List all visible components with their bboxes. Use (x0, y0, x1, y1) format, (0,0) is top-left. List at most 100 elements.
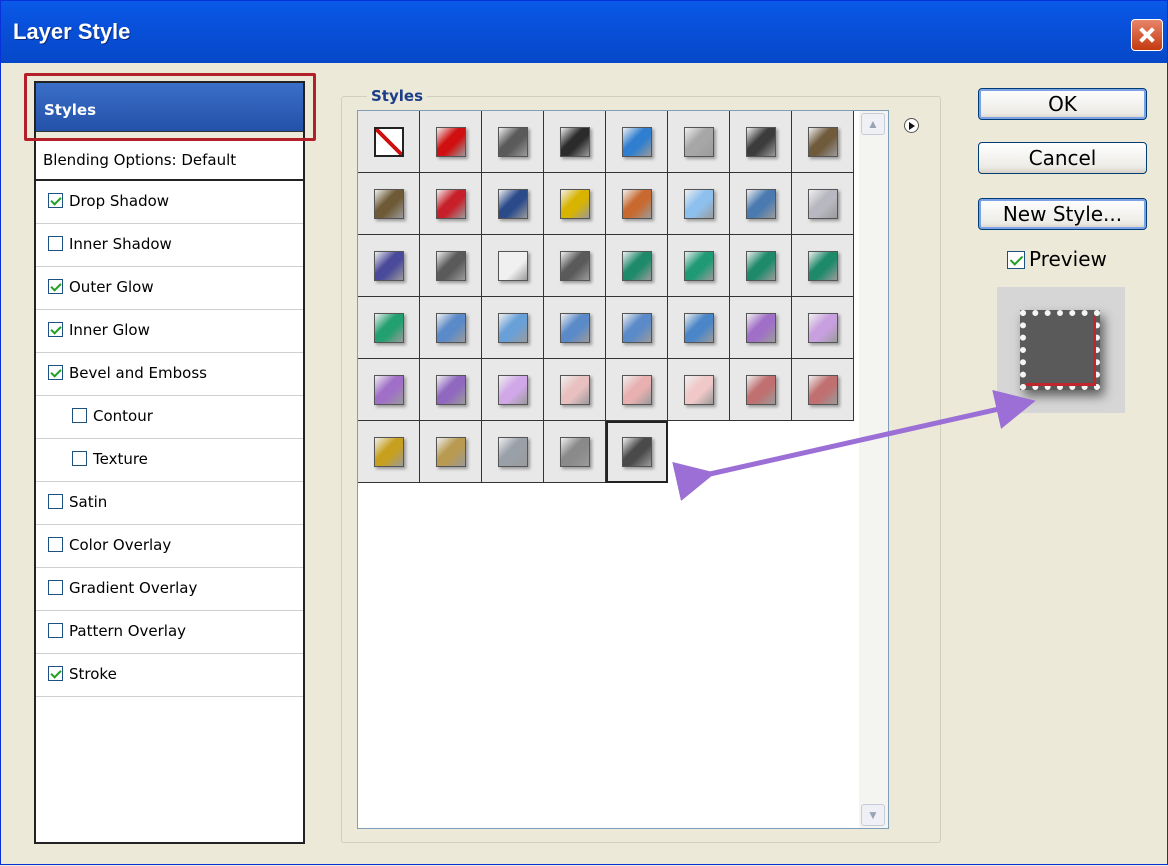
effect-item-color-overlay[interactable]: Color Overlay (36, 525, 303, 568)
effect-item-contour[interactable]: Contour (36, 396, 303, 439)
effect-checkbox[interactable] (48, 580, 63, 595)
style-swatch[interactable] (358, 235, 420, 297)
style-swatch[interactable] (420, 111, 482, 173)
effect-checkbox[interactable] (48, 623, 63, 638)
styles-group-label: Styles (367, 87, 427, 105)
style-swatch[interactable] (606, 111, 668, 173)
style-swatch[interactable] (668, 173, 730, 235)
styles-menu-arrow-icon[interactable] (904, 118, 919, 133)
cancel-button[interactable]: Cancel (978, 142, 1147, 174)
style-swatch[interactable] (544, 297, 606, 359)
preview-label: Preview (1029, 247, 1107, 271)
style-swatch-preview (374, 313, 404, 343)
style-swatch-preview (436, 189, 466, 219)
style-swatch[interactable] (606, 173, 668, 235)
style-swatch[interactable] (544, 421, 606, 483)
effect-checkbox[interactable] (48, 494, 63, 509)
style-swatch-preview (560, 251, 590, 281)
style-swatch[interactable] (730, 111, 792, 173)
style-swatch[interactable] (358, 111, 420, 173)
style-swatch[interactable] (730, 235, 792, 297)
style-swatch[interactable] (792, 359, 854, 421)
effect-item-texture[interactable]: Texture (36, 439, 303, 482)
effect-label: Drop Shadow (69, 192, 170, 210)
scroll-down-arrow-icon[interactable]: ▼ (861, 804, 885, 826)
style-swatch-preview (808, 375, 838, 405)
effect-checkbox[interactable] (72, 451, 87, 466)
style-swatch-preview (808, 189, 838, 219)
new-style-button[interactable]: New Style... (978, 198, 1147, 230)
style-swatch-preview (560, 437, 590, 467)
style-swatch[interactable] (544, 111, 606, 173)
style-swatch[interactable] (606, 297, 668, 359)
ok-button[interactable]: OK (978, 88, 1147, 120)
style-swatch[interactable] (544, 359, 606, 421)
style-swatch[interactable] (544, 235, 606, 297)
style-swatch-preview (808, 313, 838, 343)
style-swatch[interactable] (358, 297, 420, 359)
style-swatch[interactable] (358, 173, 420, 235)
style-swatch[interactable] (482, 297, 544, 359)
style-swatch-preview (436, 127, 466, 157)
style-swatch-preview (560, 375, 590, 405)
effect-checkbox[interactable] (48, 666, 63, 681)
style-swatch[interactable] (544, 173, 606, 235)
effect-checkbox[interactable] (48, 537, 63, 552)
effect-checkbox[interactable] (48, 236, 63, 251)
style-swatch[interactable] (420, 359, 482, 421)
effect-item-gradient-overlay[interactable]: Gradient Overlay (36, 568, 303, 611)
style-swatch[interactable] (730, 359, 792, 421)
style-swatch-preview (436, 437, 466, 467)
blending-options-label: Blending Options: Default (43, 151, 237, 169)
style-list: Styles Blending Options: Default Drop Sh… (34, 81, 305, 844)
style-swatch[interactable] (668, 235, 730, 297)
preview-checkbox[interactable] (1007, 251, 1025, 269)
style-swatch-preview (560, 189, 590, 219)
effect-item-pattern-overlay[interactable]: Pattern Overlay (36, 611, 303, 654)
style-swatch[interactable] (420, 235, 482, 297)
style-swatch[interactable] (358, 421, 420, 483)
effect-checkbox[interactable] (48, 365, 63, 380)
blending-options-item[interactable]: Blending Options: Default (36, 139, 303, 181)
effect-checkbox[interactable] (48, 193, 63, 208)
style-swatch[interactable] (730, 297, 792, 359)
style-swatch[interactable] (668, 359, 730, 421)
style-swatch[interactable] (792, 173, 854, 235)
effect-item-satin[interactable]: Satin (36, 482, 303, 525)
effect-item-stroke[interactable]: Stroke (36, 654, 303, 697)
style-swatch-preview (498, 437, 528, 467)
style-swatch[interactable] (482, 235, 544, 297)
styles-scrollbar[interactable]: ▲ ▼ (859, 111, 888, 828)
style-swatch-preview (560, 127, 590, 157)
style-swatch[interactable] (420, 421, 482, 483)
style-swatch-preview (746, 375, 776, 405)
style-swatch[interactable] (668, 111, 730, 173)
style-swatch[interactable] (482, 359, 544, 421)
style-swatch-preview (746, 127, 776, 157)
effect-item-bevel-and-emboss[interactable]: Bevel and Emboss (36, 353, 303, 396)
effect-checkbox[interactable] (48, 279, 63, 294)
style-swatch[interactable] (420, 297, 482, 359)
effect-item-inner-glow[interactable]: Inner Glow (36, 310, 303, 353)
effect-checkbox[interactable] (72, 408, 87, 423)
style-swatch[interactable] (482, 173, 544, 235)
effect-item-outer-glow[interactable]: Outer Glow (36, 267, 303, 310)
close-button[interactable] (1131, 19, 1163, 51)
style-swatch[interactable] (420, 173, 482, 235)
effect-item-drop-shadow[interactable]: Drop Shadow (36, 181, 303, 224)
effect-item-inner-shadow[interactable]: Inner Shadow (36, 224, 303, 267)
style-swatch[interactable] (606, 421, 668, 483)
effect-checkbox[interactable] (48, 322, 63, 337)
style-swatch[interactable] (482, 421, 544, 483)
style-swatch[interactable] (668, 297, 730, 359)
style-swatch[interactable] (792, 235, 854, 297)
style-swatch-preview (622, 313, 652, 343)
style-swatch[interactable] (792, 297, 854, 359)
style-swatch[interactable] (606, 359, 668, 421)
style-swatch[interactable] (606, 235, 668, 297)
style-swatch[interactable] (792, 111, 854, 173)
style-swatch[interactable] (730, 173, 792, 235)
style-swatch[interactable] (482, 111, 544, 173)
style-swatch[interactable] (358, 359, 420, 421)
scroll-up-arrow-icon[interactable]: ▲ (861, 113, 885, 135)
